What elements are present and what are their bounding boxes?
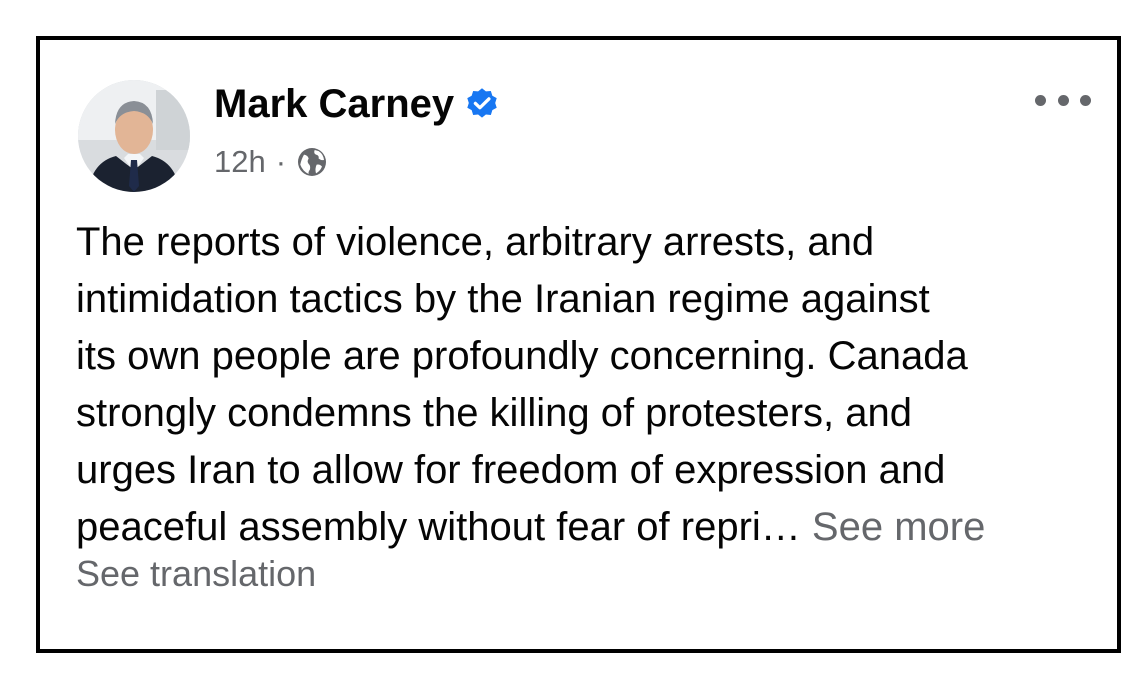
post-body-line: its own people are profoundly concerning… bbox=[76, 334, 968, 378]
see-translation-link[interactable]: See translation bbox=[76, 552, 316, 596]
post-meta: 12h · bbox=[214, 144, 328, 180]
author-name[interactable]: Mark Carney bbox=[214, 80, 454, 128]
post-body-line: strongly condemns the killing of protest… bbox=[76, 391, 912, 435]
meta-separator: · bbox=[275, 144, 287, 179]
more-dot bbox=[1035, 94, 1046, 106]
avatar-photo bbox=[78, 80, 190, 192]
more-options-icon[interactable] bbox=[1035, 90, 1091, 110]
post-timestamp[interactable]: 12h bbox=[214, 144, 266, 180]
more-dot bbox=[1080, 94, 1091, 106]
globe-icon[interactable] bbox=[296, 146, 328, 178]
verified-badge-icon bbox=[467, 88, 497, 118]
author-avatar[interactable] bbox=[78, 80, 190, 192]
more-dot bbox=[1057, 94, 1069, 106]
post-body-last-line: peaceful assembly without fear of repri…… bbox=[76, 499, 1096, 556]
post-body-line: intimidation tactics by the Iranian regi… bbox=[76, 277, 930, 321]
post-body-line: peaceful assembly without fear of repri… bbox=[76, 505, 812, 549]
post-card: Mark Carney 12h · The reports of violenc… bbox=[36, 36, 1121, 653]
author-name-row: Mark Carney bbox=[214, 80, 500, 128]
post-body: The reports of violence, arbitrary arres… bbox=[76, 214, 1096, 556]
see-more-link[interactable]: See more bbox=[812, 505, 985, 549]
post-body-line: The reports of violence, arbitrary arres… bbox=[76, 220, 875, 264]
post-body-line: urges Iran to allow for freedom of expre… bbox=[76, 448, 946, 492]
